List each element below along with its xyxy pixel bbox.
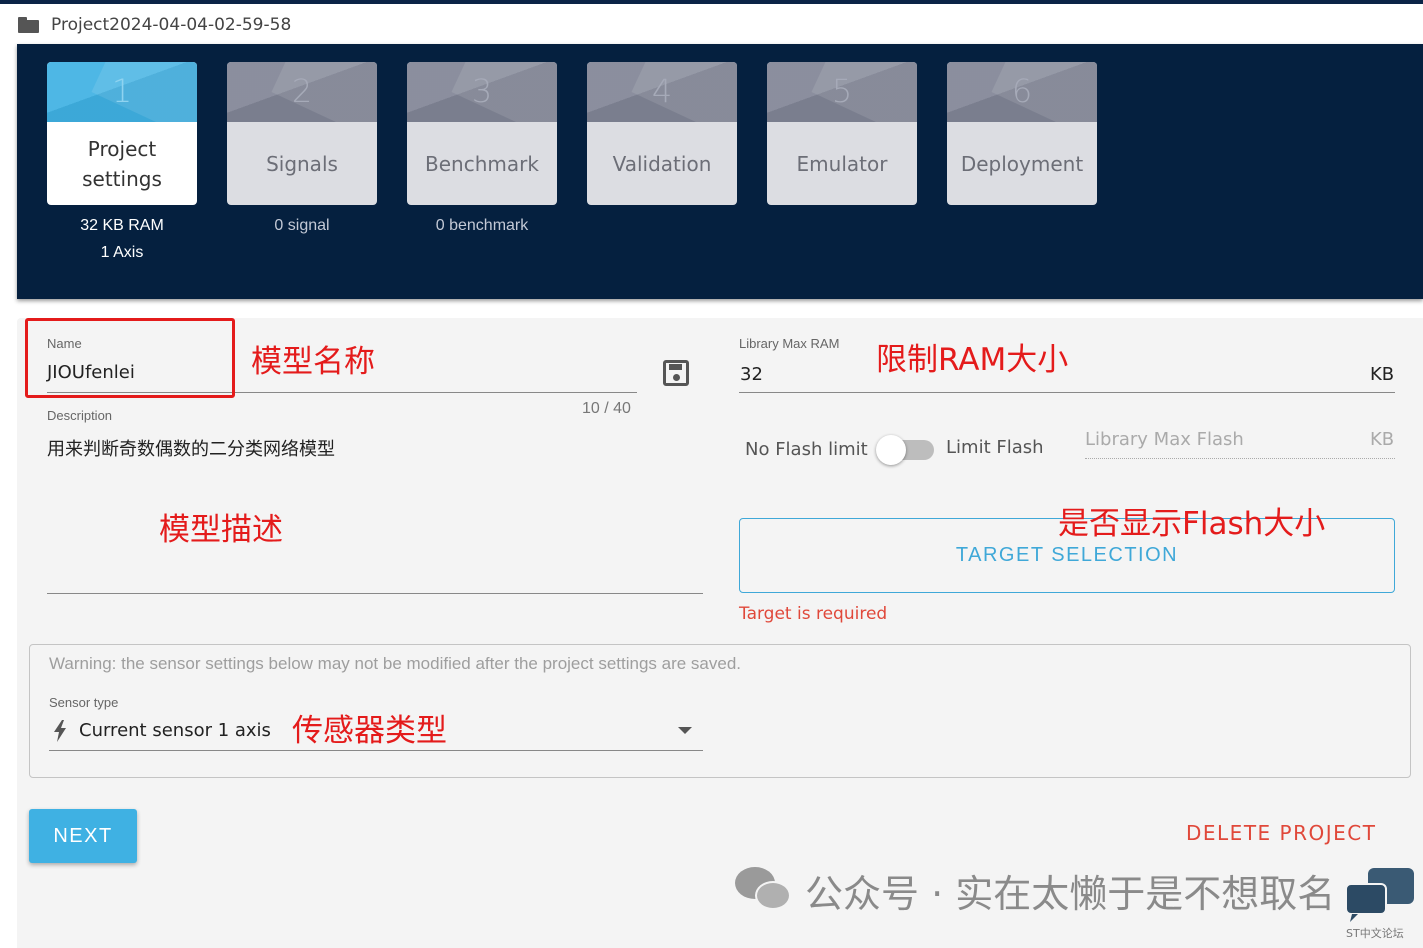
- ram-unit: KB: [1370, 364, 1395, 385]
- step-project-settings-summary: 32 KB RAM 1 Axis: [47, 212, 197, 266]
- description-underline: [47, 593, 703, 594]
- annotation-box-name: [25, 318, 235, 398]
- step-benchmark[interactable]: 3 Benchmark: [407, 62, 557, 205]
- settings-panel: [17, 318, 1423, 948]
- step-number: 3: [471, 72, 493, 110]
- sensor-warning: Warning: the sensor settings below may n…: [49, 654, 742, 673]
- annotation-name: 模型名称: [251, 344, 375, 380]
- flash-limit-toggle-thumb[interactable]: [876, 435, 906, 465]
- step-label: Validation: [612, 151, 712, 176]
- step-number: 4: [651, 72, 673, 110]
- project-stepper: 1 Project settings 32 KB RAM 1 Axis 2 Si…: [17, 44, 1423, 299]
- step-deployment[interactable]: 6 Deployment: [947, 62, 1097, 205]
- ram-label: Library Max RAM: [739, 336, 840, 351]
- annotation-description: 模型描述: [159, 512, 283, 548]
- flash-underline: [1085, 458, 1395, 459]
- project-title: Project2024-04-04-02-59-58: [18, 12, 291, 38]
- project-title-text: Project2024-04-04-02-59-58: [51, 15, 292, 35]
- flash-input[interactable]: Library Max Flash: [1085, 429, 1244, 450]
- sensor-underline: [49, 750, 703, 751]
- step-summary-ram: 32 KB RAM: [80, 217, 164, 234]
- step-number: 6: [1011, 72, 1033, 110]
- top-accent-line: [0, 0, 1423, 4]
- lightning-bolt-icon: [54, 720, 66, 742]
- name-char-counter: 10 / 40: [582, 400, 631, 417]
- st-forum-logo-icon: [1345, 868, 1414, 922]
- step-label: Deployment: [960, 151, 1084, 176]
- step-benchmark-summary: 0 benchmark: [435, 217, 529, 234]
- description-textarea[interactable]: 用来判断奇数偶数的二分类网络模型: [47, 435, 335, 461]
- chevron-down-icon[interactable]: [678, 727, 692, 734]
- next-button[interactable]: NEXT: [29, 809, 137, 863]
- flash-unit: KB: [1370, 429, 1395, 450]
- step-label: Benchmark: [425, 151, 539, 176]
- watermark: 公众号 · 实在太懒于是不想取名: [735, 860, 1335, 920]
- folder-icon: [18, 17, 39, 33]
- limit-flash-label: Limit Flash: [946, 437, 1044, 458]
- st-forum-text: ST中文论坛: [1346, 927, 1404, 940]
- watermark-text: 公众号 · 实在太懒于是不想取名: [805, 871, 1336, 916]
- delete-project-button[interactable]: DELETE PROJECT: [1186, 821, 1376, 845]
- description-label: Description: [47, 408, 113, 423]
- step-validation[interactable]: 4 Validation: [587, 62, 737, 205]
- step-summary-axis: 1 Axis: [100, 244, 144, 261]
- ram-underline: [739, 392, 1395, 393]
- step-number: 1: [111, 72, 133, 110]
- step-project-settings[interactable]: 1 Project settings: [47, 62, 197, 205]
- sensor-type-label: Sensor type: [49, 695, 119, 710]
- step-number: 2: [291, 72, 313, 110]
- step-label: Signals: [266, 151, 338, 176]
- ram-input[interactable]: 32: [740, 364, 763, 385]
- wechat-logo-icon: [735, 865, 793, 915]
- no-flash-limit-label: No Flash limit: [745, 439, 868, 460]
- annotation-sensor: 传感器类型: [292, 713, 447, 749]
- step-emulator[interactable]: 5 Emulator: [767, 62, 917, 205]
- step-signals-summary: 0 signal: [274, 217, 330, 234]
- target-error: Target is required: [739, 604, 888, 624]
- step-number: 5: [831, 72, 853, 110]
- save-icon[interactable]: [663, 360, 689, 386]
- step-signals[interactable]: 2 Signals: [227, 62, 377, 205]
- sensor-type-select[interactable]: Current sensor 1 axis: [79, 720, 271, 741]
- step-label: Emulator: [796, 151, 888, 176]
- annotation-ram: 限制RAM大小: [876, 342, 1069, 378]
- annotation-flash: 是否显示Flash大小: [1058, 506, 1326, 542]
- step-label: Project settings: [82, 136, 162, 191]
